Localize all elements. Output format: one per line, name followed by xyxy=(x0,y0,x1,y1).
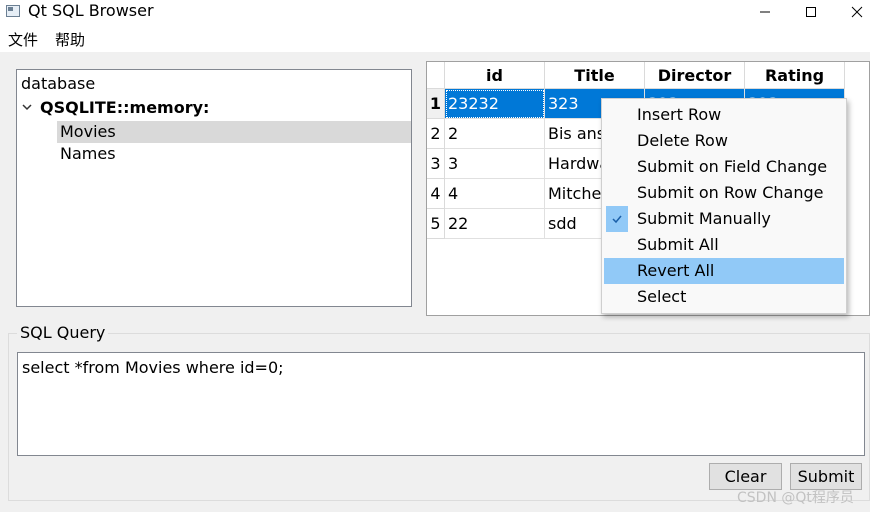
tree-item-names[interactable]: Names xyxy=(57,143,411,165)
menu-bar: 文件 帮助 xyxy=(0,24,870,52)
watermark: CSDN @Qt程序员 xyxy=(737,490,854,506)
menu-item-label: Submit All xyxy=(637,235,719,254)
menu-item-submit-all[interactable]: Submit All xyxy=(604,232,844,258)
checkmark-icon xyxy=(606,206,628,232)
sql-query-input[interactable]: select *from Movies where id=0; xyxy=(17,352,865,456)
minimize-icon xyxy=(760,11,770,13)
menu-item-submit-manually[interactable]: Submit Manually xyxy=(604,206,844,232)
submit-button[interactable]: Submit xyxy=(790,463,862,490)
close-button[interactable] xyxy=(834,0,870,24)
tree-item-movies[interactable]: Movies xyxy=(57,121,411,143)
menu-item-submit-on-field-change[interactable]: Submit on Field Change xyxy=(604,154,844,180)
row-header[interactable]: 5 xyxy=(427,209,445,239)
window-title: Qt SQL Browser xyxy=(28,1,154,20)
clear-button[interactable]: Clear xyxy=(709,463,782,490)
app-icon xyxy=(6,5,20,17)
column-header-rating[interactable]: Rating xyxy=(745,62,845,89)
row-header[interactable]: 1 xyxy=(427,89,445,119)
title-bar: Qt SQL Browser xyxy=(0,0,870,24)
maximize-button[interactable] xyxy=(788,0,834,24)
column-header-director[interactable]: Director xyxy=(645,62,745,89)
table-cell[interactable]: 4 xyxy=(445,179,545,209)
row-header[interactable]: 4 xyxy=(427,179,445,209)
tree-header: database xyxy=(21,74,96,93)
tree-connection-label: QSQLITE::memory: xyxy=(40,98,210,117)
menu-help[interactable]: 帮助 xyxy=(55,29,85,50)
menu-item-label: Submit on Row Change xyxy=(637,183,824,202)
menu-item-select[interactable]: Select xyxy=(604,284,844,310)
menu-file[interactable]: 文件 xyxy=(8,29,38,50)
tree-item-connection[interactable]: QSQLITE::memory: xyxy=(17,97,411,120)
menu-item-revert-all[interactable]: Revert All xyxy=(604,258,844,284)
sql-query-text[interactable]: select *from Movies where id=0; xyxy=(22,358,284,377)
column-header-id[interactable]: id xyxy=(445,62,545,89)
table-cell[interactable]: 22 xyxy=(445,209,545,239)
table-cell[interactable]: 23232 xyxy=(445,89,545,119)
row-header[interactable]: 2 xyxy=(427,119,445,149)
table-corner-button[interactable] xyxy=(427,62,445,89)
sql-query-group-title: SQL Query xyxy=(17,323,109,342)
tree-item-label: Movies xyxy=(60,122,116,141)
close-icon xyxy=(851,6,863,18)
menu-item-insert-row[interactable]: Insert Row xyxy=(604,102,844,128)
maximize-icon xyxy=(806,7,816,17)
table-cell[interactable]: 2 xyxy=(445,119,545,149)
menu-item-label: Delete Row xyxy=(637,131,728,150)
menu-item-label: Submit on Field Change xyxy=(637,157,828,176)
menu-item-label: Insert Row xyxy=(637,105,722,124)
table-cell[interactable]: 3 xyxy=(445,149,545,179)
minimize-button[interactable] xyxy=(742,0,788,24)
chevron-down-icon[interactable] xyxy=(21,101,33,113)
menu-item-label: Submit Manually xyxy=(637,209,771,228)
menu-item-label: Select xyxy=(637,287,687,306)
context-menu: Insert Row Delete Row Submit on Field Ch… xyxy=(601,98,847,314)
menu-item-delete-row[interactable]: Delete Row xyxy=(604,128,844,154)
menu-item-submit-on-row-change[interactable]: Submit on Row Change xyxy=(604,180,844,206)
tree-item-label: Names xyxy=(60,144,116,163)
menu-item-label: Revert All xyxy=(637,261,715,280)
row-header[interactable]: 3 xyxy=(427,149,445,179)
column-header-title[interactable]: Title xyxy=(545,62,645,89)
connection-tree[interactable]: database QSQLITE::memory: Movies Names xyxy=(16,69,412,307)
